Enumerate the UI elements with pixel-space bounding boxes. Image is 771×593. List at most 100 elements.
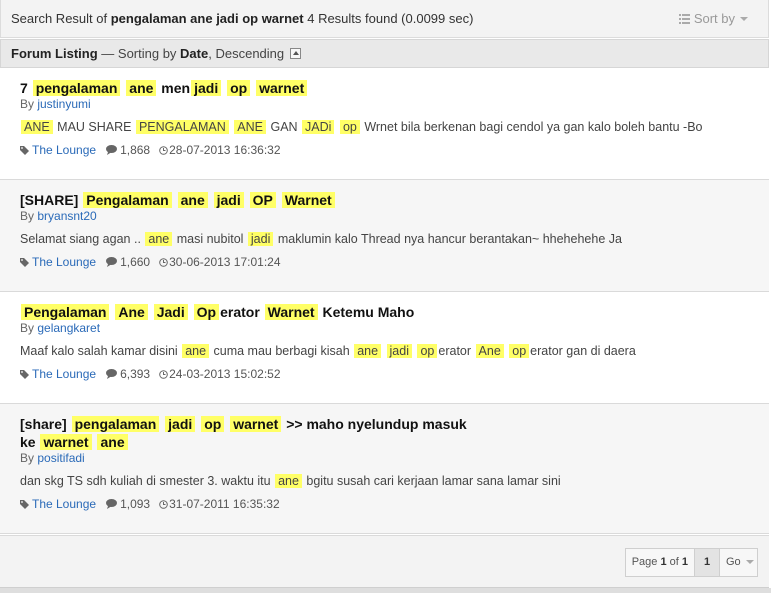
- highlighted-term: op: [417, 344, 438, 358]
- clock-icon: [159, 258, 168, 267]
- page-info: Page 1 of 1: [626, 549, 694, 576]
- comment-icon: [106, 257, 118, 267]
- go-to-page-dropdown[interactable]: Go: [720, 549, 757, 576]
- page-button-1[interactable]: 1: [694, 549, 720, 576]
- thread-title-link[interactable]: Pengalaman Ane Jadi Op erator Warnet Kete…: [20, 303, 470, 321]
- bottom-border: [0, 588, 771, 593]
- clock-icon: [159, 146, 168, 155]
- highlighted-term: ANE: [234, 120, 266, 134]
- post-date: 31-07-2011 16:35:32: [169, 497, 280, 511]
- highlighted-term: pengalaman: [71, 416, 160, 432]
- chevron-down-icon: [740, 17, 748, 21]
- highlighted-term: jadi: [165, 416, 196, 432]
- result-item: 7 pengalaman ane men jadi op warnet By jus…: [0, 68, 769, 180]
- snippet-text: masi nubitol: [173, 232, 247, 246]
- forum-link[interactable]: The Lounge: [32, 255, 96, 269]
- results-list: 7 pengalaman ane men jadi op warnet By jus…: [0, 68, 769, 534]
- title-text: [196, 416, 200, 432]
- go-label: Go: [726, 556, 741, 568]
- title-text: [209, 192, 213, 208]
- title-text: [160, 416, 164, 432]
- snippet-text: cuma mau berbagi kisah: [210, 344, 354, 358]
- sort-by-label: Sort by: [693, 11, 735, 26]
- title-text: Ketemu Maho: [318, 304, 415, 320]
- highlighted-term: ane: [177, 192, 208, 208]
- thread-snippet: ANE MAU SHARE PENGALAMAN ANE GAN JADi op…: [20, 120, 703, 134]
- author-link[interactable]: bryansnt20: [37, 209, 96, 223]
- forum-listing-header: Forum Listing — Sorting by Date, Descend…: [0, 39, 769, 68]
- highlighted-term: jadi: [191, 80, 222, 96]
- comment-icon: [106, 145, 118, 155]
- snippet-text: erator: [438, 344, 475, 358]
- thread-author: By justinyumi: [20, 97, 91, 111]
- title-text: [173, 192, 177, 208]
- title-text: erator: [220, 304, 264, 320]
- page-label: Page: [631, 556, 661, 568]
- highlighted-term: op: [201, 416, 225, 432]
- highlighted-term: Pengalaman: [21, 304, 110, 320]
- thread-title-link[interactable]: 7 pengalaman ane men jadi op warnet: [20, 79, 470, 97]
- tag-icon: [20, 370, 29, 379]
- highlighted-term: pengalaman: [32, 80, 121, 96]
- by-label: By: [20, 451, 38, 465]
- highlighted-term: Op: [193, 304, 220, 320]
- highlighted-term: ane: [354, 344, 382, 358]
- thread-title-link[interactable]: [SHARE] Pengalaman ane jadi OP Warnet: [20, 191, 470, 209]
- by-label: By: [20, 97, 38, 111]
- highlighted-term: Jadi: [153, 304, 188, 320]
- reply-count: 6,393: [120, 367, 151, 381]
- page-of: of: [666, 556, 682, 568]
- title-text: [225, 416, 229, 432]
- thread-meta: The Lounge 1,093 31-07-2011 16:35:32: [20, 497, 280, 511]
- tag-icon: [20, 146, 29, 155]
- highlighted-term: Ane: [475, 344, 504, 358]
- reply-count: 1,093: [120, 497, 151, 511]
- highlighted-term: ane: [145, 232, 173, 246]
- title-text: [121, 80, 125, 96]
- highlighted-term: ane: [126, 80, 157, 96]
- collapse-toggle-button[interactable]: [290, 48, 302, 59]
- result-item: [SHARE] Pengalaman ane jadi OP Warnet By …: [0, 180, 769, 292]
- reply-count: 1,660: [120, 255, 151, 269]
- author-link[interactable]: justinyumi: [37, 97, 90, 111]
- forum-link[interactable]: The Lounge: [32, 497, 96, 511]
- sort-prefix: — Sorting by: [97, 46, 181, 61]
- title-text: [SHARE]: [20, 192, 83, 208]
- snippet-text: MAU SHARE: [53, 120, 135, 134]
- author-link[interactable]: gelangkaret: [37, 321, 100, 335]
- forum-link[interactable]: The Lounge: [32, 143, 96, 157]
- total-pages: 1: [681, 556, 688, 568]
- highlighted-term: Pengalaman: [83, 192, 172, 208]
- sort-by-dropdown[interactable]: Sort by: [678, 11, 748, 26]
- highlighted-term: jadi: [386, 344, 412, 358]
- search-summary-bar: Search Result of pengalaman ane jadi op …: [0, 0, 769, 38]
- forum-link[interactable]: The Lounge: [32, 367, 96, 381]
- post-date: 28-07-2013 16:36:32: [169, 143, 281, 157]
- results-count: 4 Results found (0.0099 sec): [303, 11, 474, 26]
- highlighted-term: ane: [275, 474, 302, 488]
- highlighted-term: ANE: [21, 120, 53, 134]
- thread-title-link[interactable]: [share] pengalaman jadi op warnet >> mah…: [20, 415, 470, 451]
- highlighted-term: JADi: [302, 120, 335, 134]
- author-link[interactable]: positifadi: [37, 451, 84, 465]
- sort-order: Descending: [215, 46, 285, 61]
- snippet-text: maklumin kalo Thread nya hancur berantak…: [274, 232, 622, 246]
- title-text: men: [157, 80, 191, 96]
- clock-icon: [159, 370, 168, 379]
- thread-meta: The Lounge 1,868 28-07-2013 16:36:32: [20, 143, 281, 157]
- comment-icon: [106, 499, 118, 509]
- title-text: [277, 192, 281, 208]
- thread-snippet: dan skg TS sdh kuliah di smester 3. wakt…: [20, 474, 561, 488]
- pagination: Page 1 of 1 1 Go: [624, 548, 758, 577]
- thread-author: By gelangkaret: [20, 321, 100, 335]
- search-query: pengalaman ane jadi op warnet: [110, 11, 304, 26]
- highlighted-term: PENGALAMAN: [135, 120, 229, 134]
- thread-snippet: Selamat siang agan .. ane masi nubitol j…: [20, 232, 622, 246]
- title-text: 7: [20, 80, 32, 96]
- title-text: [110, 304, 114, 320]
- snippet-text: Selamat siang agan ..: [20, 232, 145, 246]
- snippet-text: bgitu susah cari kerjaan lamar sana lama…: [302, 474, 561, 488]
- snippet-text: [413, 344, 416, 358]
- by-label: By: [20, 321, 38, 335]
- snippet-text: [335, 120, 338, 134]
